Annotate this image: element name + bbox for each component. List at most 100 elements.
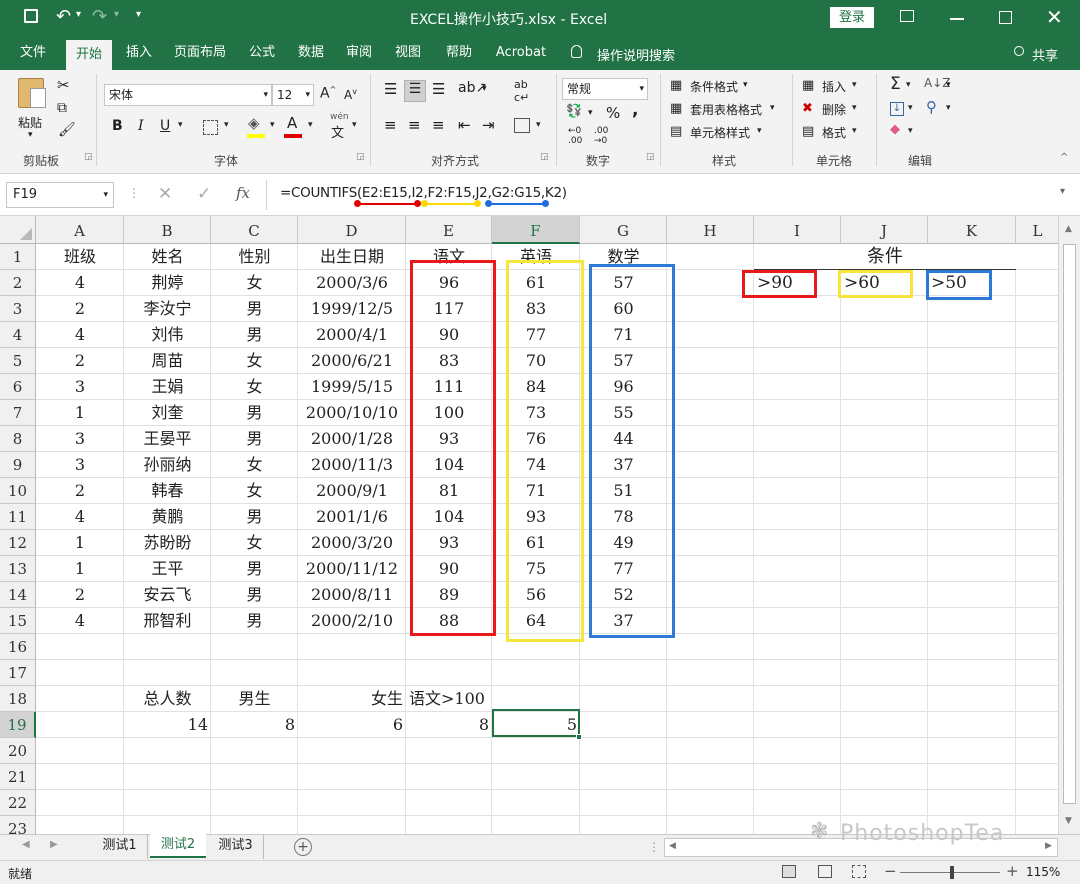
data-cell[interactable]: 男 bbox=[211, 400, 298, 426]
grid-cell[interactable] bbox=[1016, 348, 1060, 374]
data-cell[interactable]: 男 bbox=[211, 426, 298, 452]
column-header-g[interactable]: G bbox=[580, 216, 667, 244]
grid-cell[interactable] bbox=[928, 504, 1016, 530]
decrease-indent-icon[interactable]: ⇤ bbox=[458, 116, 471, 134]
grid-cell[interactable] bbox=[211, 816, 298, 834]
data-cell[interactable]: 2000/3/6 bbox=[298, 270, 406, 296]
tab-view[interactable]: 视图 bbox=[386, 36, 430, 70]
grid-cell[interactable] bbox=[928, 764, 1016, 790]
conditional-format-dropdown-icon[interactable]: ▾ bbox=[743, 80, 748, 90]
grid-cell[interactable] bbox=[667, 296, 754, 322]
header-cell[interactable]: 性别 bbox=[211, 244, 298, 270]
delete-cells-icon[interactable]: ✖ bbox=[802, 101, 813, 116]
number-format-box[interactable]: 常规 ▾ bbox=[562, 78, 648, 100]
grid-cell[interactable] bbox=[1016, 608, 1060, 634]
grid-cell[interactable] bbox=[928, 452, 1016, 478]
decrease-decimal-icon[interactable]: .00 →0 bbox=[594, 126, 608, 146]
summary-chinese-over-100[interactable]: 8 bbox=[406, 712, 492, 738]
grid-cell[interactable] bbox=[841, 764, 928, 790]
grid-cell[interactable] bbox=[928, 790, 1016, 816]
data-cell[interactable]: 2000/8/11 bbox=[298, 582, 406, 608]
grid-cell[interactable] bbox=[124, 790, 211, 816]
row-header-15[interactable]: 15 bbox=[0, 608, 36, 634]
increase-decimal-icon[interactable]: ←0.00 bbox=[568, 126, 582, 146]
row-header-7[interactable]: 7 bbox=[0, 400, 36, 426]
sheet-tab-1[interactable]: 测试1 bbox=[92, 835, 148, 859]
grid-cell[interactable] bbox=[754, 452, 841, 478]
grid-cell[interactable] bbox=[667, 530, 754, 556]
delete-cells-button[interactable]: 删除 bbox=[822, 101, 846, 118]
active-cell-f19[interactable] bbox=[492, 709, 580, 737]
data-cell[interactable]: 1999/5/15 bbox=[298, 374, 406, 400]
data-cell[interactable]: 邢智利 bbox=[124, 608, 211, 634]
grid-cell[interactable] bbox=[928, 608, 1016, 634]
grid-cell[interactable] bbox=[841, 296, 928, 322]
grid-cell[interactable] bbox=[754, 738, 841, 764]
formula-input[interactable]: =COUNTIFS(E2:E15,I2,F2:F15,J2,G2:G15,K2) bbox=[280, 185, 567, 201]
normal-view-icon[interactable] bbox=[782, 865, 796, 878]
font-color-icon[interactable]: A bbox=[287, 114, 297, 132]
collapse-ribbon-icon[interactable]: ^ bbox=[1060, 152, 1068, 163]
save-icon[interactable] bbox=[24, 9, 38, 23]
underline-dropdown-icon[interactable]: ▾ bbox=[178, 120, 183, 130]
data-cell[interactable]: 2000/9/1 bbox=[298, 478, 406, 504]
increase-indent-icon[interactable]: ⇥ bbox=[482, 116, 495, 134]
grid-cell[interactable] bbox=[667, 816, 754, 834]
grid-cell[interactable] bbox=[754, 426, 841, 452]
grid-cell[interactable] bbox=[667, 348, 754, 374]
grid-cell[interactable] bbox=[1016, 452, 1060, 478]
grid-cell[interactable] bbox=[841, 790, 928, 816]
data-cell[interactable]: 男 bbox=[211, 504, 298, 530]
row-header-18[interactable]: 18 bbox=[0, 686, 36, 712]
phonetic-icon[interactable]: wén bbox=[330, 112, 349, 122]
grid-cell[interactable] bbox=[1016, 790, 1060, 816]
cut-icon[interactable]: ✂ bbox=[57, 76, 70, 94]
row-header-12[interactable]: 12 bbox=[0, 530, 36, 556]
grid-cell[interactable] bbox=[580, 660, 667, 686]
insert-cells-button[interactable]: 插入 bbox=[822, 78, 846, 95]
grid-cell[interactable] bbox=[667, 712, 754, 738]
undo-dropdown-icon[interactable]: ▾ bbox=[76, 9, 81, 20]
grid-cell[interactable] bbox=[580, 712, 667, 738]
grid-cell[interactable] bbox=[841, 634, 928, 660]
grid-cell[interactable] bbox=[36, 816, 124, 834]
grid-cell[interactable] bbox=[667, 738, 754, 764]
grid-cell[interactable] bbox=[211, 790, 298, 816]
format-cells-button[interactable]: 格式 bbox=[822, 124, 846, 141]
expand-formula-bar-icon[interactable]: ▾ bbox=[1060, 186, 1065, 197]
data-cell[interactable]: 1 bbox=[36, 530, 124, 556]
column-header-h[interactable]: H bbox=[667, 216, 754, 244]
vertical-scrollbar[interactable]: ▲ ▼ bbox=[1058, 216, 1080, 834]
data-cell[interactable]: 1 bbox=[36, 400, 124, 426]
grid-cell[interactable] bbox=[1016, 712, 1060, 738]
grid-cell[interactable] bbox=[36, 738, 124, 764]
name-box-dropdown-icon[interactable]: ▾ bbox=[103, 183, 108, 207]
data-cell[interactable]: 4 bbox=[36, 270, 124, 296]
currency-dropdown-icon[interactable]: ▾ bbox=[588, 108, 593, 118]
find-select-icon[interactable]: ⚲ bbox=[926, 98, 937, 116]
shrink-font-icon[interactable]: Av bbox=[344, 87, 357, 102]
grid-cell[interactable] bbox=[1016, 634, 1060, 660]
tell-me-search[interactable]: 操作说明搜索 bbox=[597, 45, 675, 64]
row-header-9[interactable]: 9 bbox=[0, 452, 36, 478]
grid-cell[interactable] bbox=[298, 790, 406, 816]
grid-cell[interactable] bbox=[667, 244, 754, 270]
number-format-dropdown-icon[interactable]: ▾ bbox=[639, 79, 644, 99]
grid-cell[interactable] bbox=[928, 660, 1016, 686]
grid-cell[interactable] bbox=[841, 582, 928, 608]
grid-cell[interactable] bbox=[36, 634, 124, 660]
redo-icon[interactable]: ↷ bbox=[92, 6, 107, 27]
align-top-icon[interactable]: ☰ bbox=[384, 80, 397, 98]
data-cell[interactable]: 2000/2/10 bbox=[298, 608, 406, 634]
data-cell[interactable]: 2 bbox=[36, 478, 124, 504]
grid-cell[interactable] bbox=[1016, 764, 1060, 790]
row-header-20[interactable]: 20 bbox=[0, 738, 36, 764]
font-name-box[interactable]: 宋体 ▾ bbox=[104, 84, 272, 106]
grid-cell[interactable] bbox=[667, 686, 754, 712]
grid-cell[interactable] bbox=[298, 660, 406, 686]
grid-cell[interactable] bbox=[1016, 556, 1060, 582]
summary-label-chinese-over-100[interactable]: 语文>100 bbox=[406, 686, 492, 712]
grid-cell[interactable] bbox=[667, 478, 754, 504]
grid-cell[interactable] bbox=[667, 270, 754, 296]
grid-cell[interactable] bbox=[492, 660, 580, 686]
